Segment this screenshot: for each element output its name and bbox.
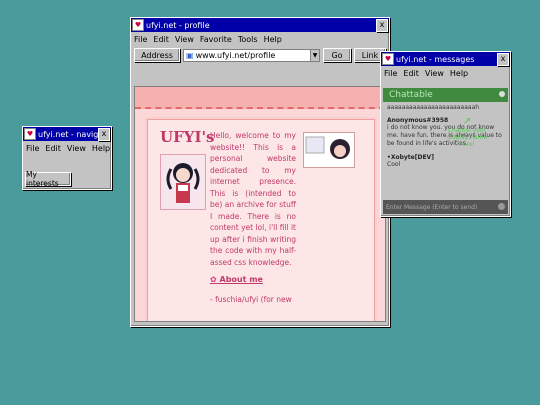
display-name-hint: ↗ Change your display name here! <box>440 116 494 148</box>
window-title: ufyi.net - profile <box>146 20 210 30</box>
messages-window[interactable]: ♥ ufyi.net - messages x File Edit View H… <box>380 51 511 217</box>
profile-window[interactable]: ♥ ufyi.net - profile x File Edit View Fa… <box>130 17 390 327</box>
menubar: File Edit View Favorite Tools Help <box>131 32 389 46</box>
chat-title: Chattable <box>389 90 433 100</box>
close-icon[interactable]: x <box>98 127 110 141</box>
chat-input[interactable]: Enter Message (Enter to send) <box>383 200 508 214</box>
url-input[interactable]: ▣ www.ufyi.net/profile ▼ <box>183 48 320 62</box>
menu-favorite[interactable]: Favorite <box>200 35 232 44</box>
app-icon: ♥ <box>132 19 144 31</box>
chat-header: Chattable <box>383 88 508 102</box>
chat-input-placeholder: Enter Message (Enter to send) <box>386 203 478 211</box>
window-title: ufyi.net - navigation <box>38 129 98 139</box>
gear-icon[interactable] <box>499 91 505 97</box>
chevron-down-icon[interactable]: ▼ <box>310 49 319 61</box>
page-viewport[interactable]: UFYI's Hello, welcome to my website!! Th… <box>134 86 386 322</box>
about-link-label: About me <box>219 275 263 284</box>
list-item[interactable]: - fuschia/ufyi (for new <box>210 294 296 306</box>
page-banner <box>135 87 385 109</box>
chat-widget: Chattable aaaaaaaaaaaaaaaaaaaaaaaah Anon… <box>383 88 508 214</box>
go-button[interactable]: Go <box>323 48 351 62</box>
chat-messages[interactable]: aaaaaaaaaaaaaaaaaaaaaaaah Anonymous#3958… <box>383 102 508 200</box>
navigation-window[interactable]: ♥ ufyi.net - navigation x File Edit View… <box>22 126 112 190</box>
menu-help[interactable]: Help <box>450 69 468 78</box>
image-thumbnails <box>303 132 355 168</box>
app-icon: ♥ <box>382 53 394 65</box>
address-label: Address <box>134 48 180 62</box>
menu-tools[interactable]: Tools <box>238 35 258 44</box>
hint-text: Change your display name here! <box>446 127 488 148</box>
menu-help[interactable]: Help <box>92 144 110 153</box>
my-interests-button[interactable]: My interests <box>25 170 71 188</box>
messages-titlebar[interactable]: ♥ ufyi.net - messages x <box>381 52 510 66</box>
url-text: www.ufyi.net/profile <box>195 50 276 60</box>
menu-view[interactable]: View <box>67 144 86 153</box>
chat-message: aaaaaaaaaaaaaaaaaaaaaaaah <box>387 104 480 111</box>
emoji-icon[interactable] <box>498 203 505 210</box>
page-icon: ▣ <box>186 50 194 60</box>
menu-edit[interactable]: Edit <box>153 35 169 44</box>
profile-titlebar[interactable]: ♥ ufyi.net - profile x <box>131 18 389 32</box>
menubar: File Edit View Help <box>381 66 510 80</box>
profile-card: UFYI's Hello, welcome to my website!! Th… <box>147 119 375 321</box>
chat-username: •Xobyte[DEV] <box>387 154 504 161</box>
menu-edit[interactable]: Edit <box>45 144 61 153</box>
menu-view[interactable]: View <box>425 69 444 78</box>
menu-edit[interactable]: Edit <box>403 69 419 78</box>
intro-block: Hello, welcome to my website!! This is a… <box>210 130 296 305</box>
menu-file[interactable]: File <box>134 35 147 44</box>
address-bar: Address ▣ www.ufyi.net/profile ▼ Go Link <box>131 46 389 64</box>
close-icon[interactable]: x <box>497 52 509 66</box>
menu-view[interactable]: View <box>175 35 194 44</box>
chat-username-label: •Xobyte[DEV] <box>387 154 434 161</box>
intro-text: Hello, welcome to my website!! This is a… <box>210 131 296 267</box>
app-icon: ♥ <box>24 128 36 140</box>
flower-icon: ✿ <box>210 275 217 284</box>
close-icon[interactable]: x <box>376 18 388 32</box>
window-title: ufyi.net - messages <box>396 54 475 64</box>
avatar <box>160 154 206 210</box>
menu-file[interactable]: File <box>26 144 39 153</box>
arrow-icon: ↗ <box>462 116 472 127</box>
chat-message: Cool <box>387 161 401 168</box>
navigation-titlebar[interactable]: ♥ ufyi.net - navigation x <box>23 127 111 141</box>
site-title: UFYI's <box>160 128 215 146</box>
menubar: File Edit View Help <box>23 141 111 155</box>
menu-help[interactable]: Help <box>264 35 282 44</box>
about-link[interactable]: ✿ About me <box>210 274 296 286</box>
menu-file[interactable]: File <box>384 69 397 78</box>
